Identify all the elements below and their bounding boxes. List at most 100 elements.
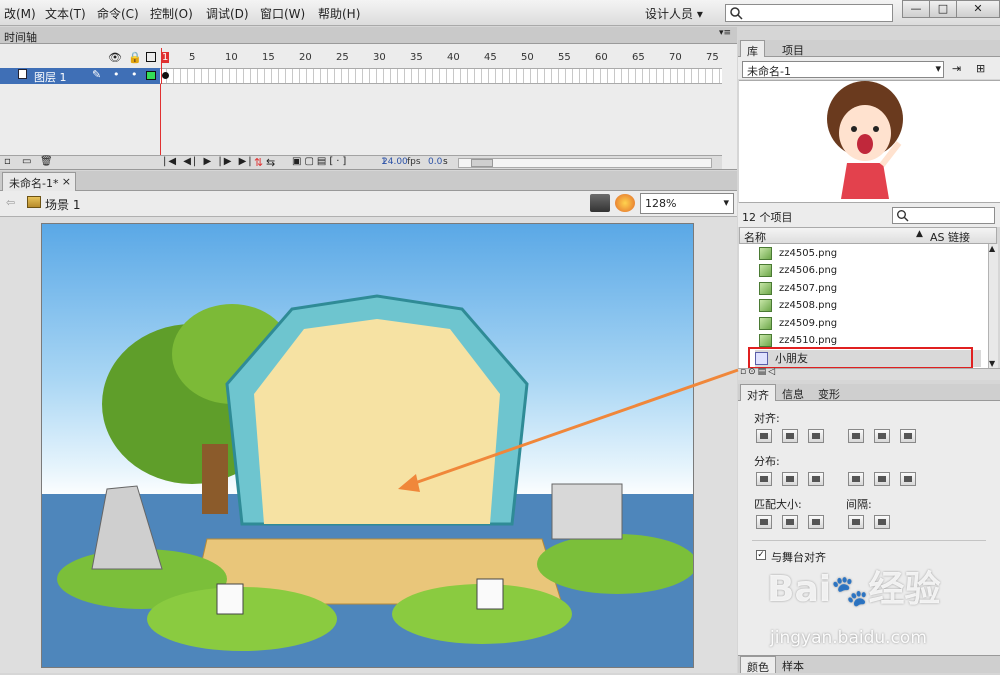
frame-cells[interactable] [160, 68, 722, 84]
sort-icon[interactable]: ▲ [916, 229, 923, 239]
tab-align[interactable]: 对齐 [740, 384, 776, 402]
color-panel-header: 颜色 样本 [738, 655, 1000, 674]
list-item[interactable]: zz4506.png [759, 262, 837, 279]
menu-window[interactable]: 窗口(W) [260, 5, 305, 22]
playback-controls[interactable]: |◀ ◀| ▶ |▶ ▶| [163, 156, 254, 167]
match-both-button[interactable] [808, 515, 824, 529]
tab-swatches[interactable]: 样本 [776, 656, 810, 673]
pin-icon[interactable]: ⇥ [952, 62, 961, 75]
tick-label: 45 [484, 52, 497, 63]
distribute-bottom-button[interactable] [808, 472, 824, 486]
tab-info[interactable]: 信息 [776, 384, 810, 401]
time-value[interactable]: 0.0 [428, 157, 442, 167]
library-action-icons[interactable]: ▫⊙▤◁ [740, 367, 777, 377]
menu-modify[interactable]: 改(M) [4, 5, 36, 22]
lock-icon[interactable]: 🔒 [128, 51, 142, 64]
align-hcenter-button[interactable] [782, 429, 798, 443]
align-to-stage-checkbox[interactable]: ✓ [756, 550, 766, 560]
tick-label: 50 [521, 52, 534, 63]
match-width-button[interactable] [756, 515, 772, 529]
workspace-label: 设计人员 [645, 7, 694, 21]
align-top-button[interactable] [848, 429, 864, 443]
edit-symbols-icon[interactable] [615, 194, 635, 212]
timeline-tab[interactable]: 时间轴 [4, 29, 37, 45]
layer-name[interactable]: 图层 1 [34, 69, 67, 85]
scene-label[interactable]: 场景 1 [45, 196, 80, 213]
restore-button[interactable]: □ [929, 0, 957, 18]
close-window-button[interactable]: ✕ [956, 0, 1000, 18]
distribute-right-button[interactable] [900, 472, 916, 486]
align-bottom-button[interactable] [900, 429, 916, 443]
watermark-logo: Bai🐾经验 [767, 569, 941, 610]
outline-icon[interactable] [146, 52, 156, 62]
girl-mouth [857, 134, 873, 154]
visibility-dot[interactable]: • [113, 68, 120, 81]
zoom-select[interactable]: 128% ▾ [640, 193, 734, 214]
spacing-label: 间隔: [846, 498, 872, 511]
document-tab[interactable]: 未命名-1* × [2, 172, 76, 191]
library-panel-header: 库 项目 [738, 40, 1000, 58]
eye-icon[interactable]: 👁 [108, 51, 122, 64]
scroll-up-icon[interactable]: ▲ [989, 244, 995, 253]
help-search-input[interactable] [725, 4, 893, 22]
distribute-vcenter-button[interactable] [782, 472, 798, 486]
align-left-button[interactable] [756, 429, 772, 443]
list-item[interactable]: zz4505.png [759, 245, 837, 262]
back-arrow-icon[interactable]: ⇦ [6, 196, 15, 209]
column-as-link[interactable]: AS 链接 [930, 229, 970, 245]
menu-control[interactable]: 控制(O) [150, 5, 193, 22]
stage-canvas[interactable] [41, 223, 694, 668]
list-item[interactable]: zz4508.png [759, 297, 837, 314]
new-folder-icon[interactable]: ▭ [22, 156, 31, 167]
paw-icon: 🐾 [831, 574, 869, 609]
menu-help[interactable]: 帮助(H) [318, 5, 360, 22]
library-v-scrollbar[interactable]: ▲ ▼ [988, 244, 998, 368]
space-vertical-button[interactable] [848, 515, 864, 529]
match-height-button[interactable] [782, 515, 798, 529]
edit-bar: ⇦ 场景 1 [0, 191, 737, 217]
space-horizontal-button[interactable] [874, 515, 890, 529]
onion-skin-icon[interactable]: ⇅ [254, 156, 263, 169]
library-document-select[interactable]: 未命名-1 ▾ [742, 61, 944, 78]
edit-scene-icon[interactable] [590, 194, 610, 212]
layer-color-swatch[interactable] [146, 71, 156, 80]
menu-debug[interactable]: 调试(D) [206, 5, 249, 22]
workspace-switcher[interactable]: 设计人员 ▾ [645, 5, 703, 22]
new-library-icon[interactable]: ⊞ [976, 62, 985, 75]
fps-value[interactable]: 24.00 [382, 157, 408, 167]
timeline-h-scrollbar[interactable] [458, 158, 712, 168]
list-item[interactable]: zz4507.png [759, 280, 837, 297]
align-vcenter-button[interactable] [874, 429, 890, 443]
keyframe-dot[interactable] [162, 72, 169, 79]
delete-layer-icon[interactable]: 🗑 [40, 156, 53, 167]
distribute-top-button[interactable] [756, 472, 772, 486]
bitmap-icon [759, 282, 772, 295]
menu-commands[interactable]: 命令(C) [97, 5, 139, 22]
align-right-button[interactable] [808, 429, 824, 443]
lock-dot[interactable]: • [131, 68, 138, 81]
tick-label: 20 [299, 52, 312, 63]
tab-library[interactable]: 库 [740, 40, 765, 58]
loop-icon[interactable]: ⇆ [266, 156, 275, 169]
panel-menu-icon[interactable]: ▾≡ [719, 28, 731, 38]
distribute-left-button[interactable] [848, 472, 864, 486]
highlight-box [748, 347, 973, 369]
distribute-hcenter-button[interactable] [874, 472, 890, 486]
list-item[interactable]: zz4509.png [759, 315, 837, 332]
scroll-thumb[interactable] [471, 159, 493, 167]
tab-color[interactable]: 颜色 [740, 656, 776, 674]
tab-project[interactable]: 项目 [776, 40, 810, 57]
menu-text[interactable]: 文本(T) [45, 5, 86, 22]
column-name[interactable]: 名称 [744, 229, 766, 245]
minimize-button[interactable]: — [902, 0, 930, 18]
close-icon[interactable]: × [62, 175, 71, 188]
left-character [216, 583, 244, 615]
new-layer-icon[interactable]: ▫ [4, 156, 11, 167]
onion-marker-icons[interactable]: ▣▢▤[·] [292, 156, 349, 167]
tick-label: 60 [595, 52, 608, 63]
frame-ruler[interactable]: 1 5 10 15 20 25 30 35 40 45 50 55 60 65 … [160, 48, 722, 68]
library-search-input[interactable] [892, 207, 995, 224]
layer-row[interactable]: 图层 1 ✎ • • [0, 68, 160, 84]
tab-transform[interactable]: 变形 [812, 384, 846, 401]
scroll-down-icon[interactable]: ▼ [989, 359, 995, 368]
